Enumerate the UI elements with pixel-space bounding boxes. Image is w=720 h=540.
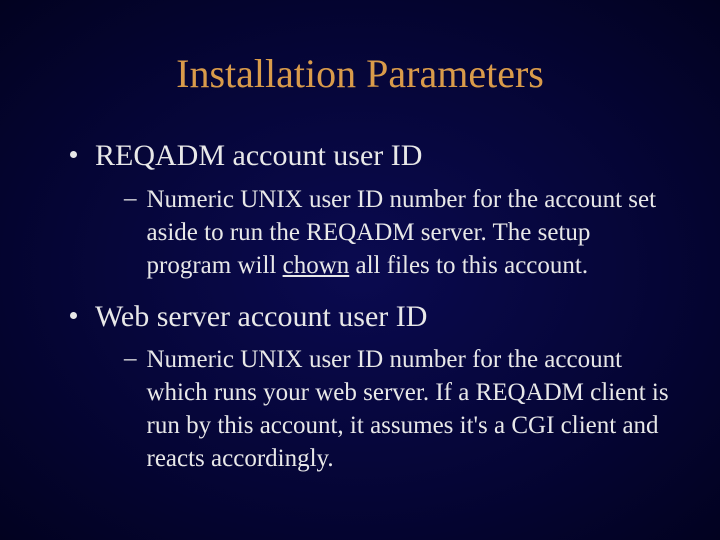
bullet-level1-text: REQADM account user ID bbox=[95, 137, 422, 175]
bullet-level2-text: Numeric UNIX user ID number for the acco… bbox=[147, 183, 671, 282]
bullet-dash-icon: – bbox=[124, 183, 137, 216]
bullet-dot-icon bbox=[70, 151, 77, 158]
bullet-level2-text: Numeric UNIX user ID number for the acco… bbox=[147, 343, 671, 475]
bullet-level1: Web server account user ID bbox=[70, 298, 670, 336]
slide: Installation Parameters REQADM account u… bbox=[0, 0, 720, 540]
bullet-level2: – Numeric UNIX user ID number for the ac… bbox=[124, 343, 670, 475]
slide-title: Installation Parameters bbox=[50, 50, 670, 97]
bullet-dash-icon: – bbox=[124, 343, 137, 376]
bullet-dot-icon bbox=[70, 312, 77, 319]
sub-text-underlined: chown bbox=[283, 252, 350, 279]
bullet-level1: REQADM account user ID bbox=[70, 137, 670, 175]
bullet-level2: – Numeric UNIX user ID number for the ac… bbox=[124, 183, 670, 282]
sub-text-post: all files to this account. bbox=[349, 252, 588, 279]
sub-text-pre: Numeric UNIX user ID number for the acco… bbox=[147, 346, 669, 472]
bullet-level1-text: Web server account user ID bbox=[95, 298, 427, 336]
